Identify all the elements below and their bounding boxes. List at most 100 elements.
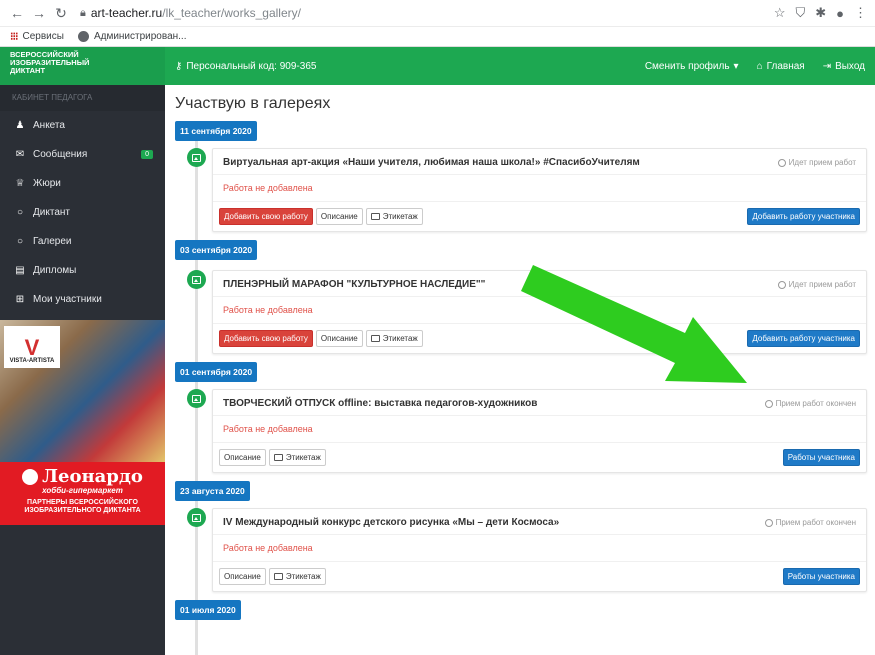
gallery-card: IV Международный конкурс детского рисунк… — [212, 508, 867, 592]
gallery-status: Прием работ окончен — [764, 518, 856, 527]
label-print-text: Этикетаж — [285, 453, 321, 462]
description-button[interactable]: Описание — [219, 449, 266, 466]
gallery-status-label: Идет прием работ — [788, 280, 856, 289]
site-logo[interactable]: ВСЕРОССИЙСКИЙ ИЗОБРАЗИТЕЛЬНЫЙ ДИКТАНТ — [0, 47, 165, 85]
switch-profile-dropdown[interactable]: Сменить профиль ▾ — [645, 61, 739, 72]
description-button[interactable]: Описание — [315, 208, 363, 225]
gallery-status-label: Прием работ окончен — [775, 399, 856, 408]
printer-icon — [370, 213, 380, 220]
browser-toolbar: ← → ↻ 🔒︎ art-teacher.ru/lk_teacher/works… — [0, 0, 875, 27]
address-bar[interactable]: 🔒︎ art-teacher.ru/lk_teacher/works_galle… — [74, 3, 774, 23]
gallery-title[interactable]: IV Международный конкурс детского рисунк… — [223, 517, 765, 528]
site-header: ВСЕРОССИЙСКИЙ ИЗОБРАЗИТЕЛЬНЫЙ ДИКТАНТ ⚷ … — [0, 47, 875, 85]
ad-photo: V VISTA-ARTISTA — [0, 320, 165, 462]
vista-logo-mark: V — [24, 335, 40, 360]
bookmark-admin[interactable]: Администрирован... — [77, 31, 187, 42]
ad-brand-name: Леонардо — [42, 466, 143, 487]
clock-icon — [777, 158, 786, 167]
printer-icon — [370, 335, 380, 342]
sidebar-item-messages[interactable]: ✉ Сообщения 0 — [0, 140, 165, 169]
clock-icon — [764, 399, 773, 408]
sidebar-item-my-participants[interactable]: ⊞ Мои участники — [0, 285, 165, 314]
logout-icon: ⇥ — [822, 60, 832, 72]
ad-partners-text: ПАРТНЕРЫ ВСЕРОССИЙСКОГО ИЗОБРАЗИТЕЛЬНОГО… — [0, 499, 165, 515]
gallery-title[interactable]: ПЛЕНЭРНЫЙ МАРАФОН "КУЛЬТУРНОЕ НАСЛЕДИЕ"" — [223, 279, 778, 290]
main-content: Участвую в галереях 11 сентября 2020 Вир… — [165, 85, 875, 655]
reload-icon[interactable]: ↻ — [52, 5, 70, 22]
menu-icon[interactable]: ⋮ — [854, 5, 867, 21]
participant-works-button[interactable]: Работы участника — [782, 568, 860, 585]
description-button[interactable]: Описание — [219, 568, 266, 585]
sidebar: КАБИНЕТ ПЕДАГОГА ♟ Анкета ✉ Сообщения 0 … — [0, 85, 165, 655]
label-print-button[interactable]: Этикетаж — [268, 449, 326, 466]
ad-partners-line: ИЗОБРАЗИТЕЛЬНОГО ДИКТАНТА — [24, 507, 141, 514]
partner-ad-banner[interactable]: V VISTA-ARTISTA Леонардо хобби-гипермарк… — [0, 320, 165, 525]
home-link[interactable]: ⌂ Главная — [757, 61, 805, 72]
add-own-work-button[interactable]: Добавить свою работу — [219, 208, 313, 225]
account-icon[interactable]: ● — [836, 6, 844, 21]
gallery-status: Прием работ окончен — [764, 399, 856, 408]
sidebar-item-label: Сообщения — [33, 149, 88, 160]
gallery-status: Идет прием работ — [777, 280, 856, 289]
image-icon — [187, 389, 206, 408]
brand-line: ДИКТАНТ — [10, 66, 46, 75]
sidebar-item-jury[interactable]: ♕ Жюри — [0, 169, 165, 198]
key-icon: ⚷ — [175, 60, 183, 72]
bookmark-label: Администрирован... — [93, 31, 187, 42]
gallery-entry: ПЛЕНЭРНЫЙ МАРАФОН "КУЛЬТУРНОЕ НАСЛЕДИЕ""… — [175, 270, 867, 354]
add-participant-work-button[interactable]: Добавить работу участника — [747, 208, 860, 225]
timeline-date: 01 июля 2020 — [175, 600, 241, 620]
label-print-button[interactable]: Этикетаж — [365, 330, 423, 347]
caret-down-icon: ▾ — [733, 60, 739, 72]
puzzle-icon[interactable]: ✱ — [815, 5, 826, 21]
logout-label: Выход — [835, 60, 865, 72]
add-own-work-button[interactable]: Добавить свою работу — [219, 330, 313, 347]
back-icon[interactable]: ← — [8, 5, 26, 21]
sidebar-item-diplomas[interactable]: ▤ Дипломы — [0, 256, 165, 285]
add-participant-work-button[interactable]: Добавить работу участника — [747, 330, 860, 347]
apps-grid-icon: ⁝⁝⁝ — [10, 31, 18, 43]
circle-icon: ○ — [16, 236, 24, 247]
work-status-text: Работа не добавлена — [213, 175, 866, 202]
sidebar-item-label: Жюри — [33, 178, 61, 189]
ad-subtitle: хобби-гипермаркет — [42, 486, 123, 495]
sidebar-item-label: Анкета — [33, 120, 65, 131]
gallery-status-label: Прием работ окончен — [775, 518, 856, 527]
sidebar-item-questionnaire[interactable]: ♟ Анкета — [0, 111, 165, 140]
description-button[interactable]: Описание — [315, 330, 363, 347]
messages-count-badge: 0 — [141, 150, 153, 159]
bookmark-services[interactable]: ⁝⁝⁝ Сервисы — [10, 30, 64, 43]
gallery-entry: Виртуальная арт-акция «Наши учителя, люб… — [175, 148, 867, 232]
user-icon: ♟ — [15, 120, 25, 131]
label-print-text: Этикетаж — [382, 334, 418, 343]
personal-code-label: Персональный код: 909-365 — [186, 60, 317, 72]
sidebar-item-galleries[interactable]: ○ Галереи — [0, 227, 165, 256]
gallery-entry: IV Международный конкурс детского рисунк… — [175, 508, 867, 592]
plus-square-icon: ⊞ — [15, 294, 25, 305]
gallery-status-label: Идет прием работ — [788, 158, 856, 167]
gallery-card: ПЛЕНЭРНЫЙ МАРАФОН "КУЛЬТУРНОЕ НАСЛЕДИЕ""… — [212, 270, 867, 354]
shield-icon[interactable]: ⛉ — [795, 5, 805, 21]
image-icon — [187, 508, 206, 527]
bookmarks-bar: ⁝⁝⁝ Сервисы Администрирован... — [0, 27, 875, 47]
gallery-title[interactable]: ТВОРЧЕСКИЙ ОТПУСК offline: выставка педа… — [223, 398, 765, 409]
gallery-title[interactable]: Виртуальная арт-акция «Наши учителя, люб… — [223, 157, 778, 168]
timeline-date: 11 сентября 2020 — [175, 121, 257, 141]
vista-artista-logo: V VISTA-ARTISTA — [4, 326, 60, 368]
sidebar-item-dictation[interactable]: ○ Диктант — [0, 198, 165, 227]
timeline-date: 03 сентября 2020 — [175, 240, 258, 260]
label-print-button[interactable]: Этикетаж — [268, 568, 326, 585]
leonardo-brand: Леонардо хобби-гипермаркет ПАРТНЕРЫ ВСЕР… — [0, 462, 165, 515]
top-navigation: ⚷ Персональный код: 909-365 Сменить проф… — [165, 47, 875, 85]
personal-code: ⚷ Персональный код: 909-365 — [175, 61, 316, 72]
star-icon[interactable]: ☆ — [774, 5, 786, 21]
gallery-entry: ТВОРЧЕСКИЙ ОТПУСК offline: выставка педа… — [175, 389, 867, 473]
trophy-icon: ♕ — [15, 178, 25, 189]
ad-partners-line: ПАРТНЕРЫ ВСЕРОССИЙСКОГО — [27, 499, 138, 506]
participant-works-button[interactable]: Работы участника — [782, 449, 860, 466]
logout-link[interactable]: ⇥ Выход — [823, 61, 865, 72]
forward-icon[interactable]: → — [30, 5, 48, 21]
page-title: Участвую в галереях — [175, 95, 331, 112]
clock-icon — [777, 280, 786, 289]
label-print-button[interactable]: Этикетаж — [365, 208, 423, 225]
